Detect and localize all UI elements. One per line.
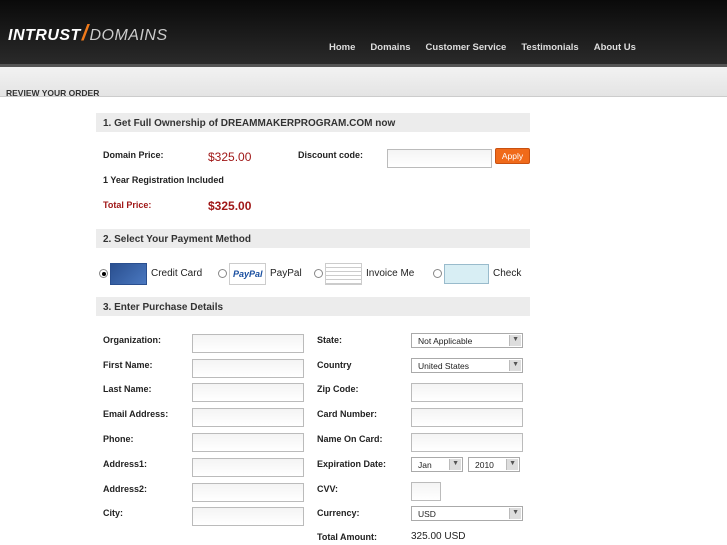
title-band bbox=[0, 67, 727, 97]
last-name-label: Last Name: bbox=[103, 384, 152, 394]
currency-value: USD bbox=[418, 509, 436, 519]
invoice-icon bbox=[325, 263, 362, 285]
total-amount: 325.00 USD bbox=[411, 531, 466, 542]
currency-label: Currency: bbox=[317, 508, 360, 518]
last-name-input[interactable] bbox=[192, 383, 304, 402]
logo-text-left: INTRUST bbox=[8, 27, 81, 44]
credit-card-icon bbox=[110, 263, 147, 285]
country-select[interactable]: United States ▼ bbox=[411, 358, 523, 373]
check-icon bbox=[444, 264, 489, 284]
email-label: Email Address: bbox=[103, 409, 169, 419]
month-value: Jan bbox=[418, 460, 432, 470]
discount-code-label: Discount code: bbox=[298, 150, 364, 160]
state-select[interactable]: Not Applicable ▼ bbox=[411, 333, 523, 348]
paypal-icon: PayPal bbox=[229, 263, 266, 285]
radio-check[interactable] bbox=[433, 269, 442, 278]
address1-input[interactable] bbox=[192, 458, 304, 477]
state-value: Not Applicable bbox=[418, 336, 473, 346]
expiration-month-select[interactable]: Jan ▼ bbox=[411, 457, 463, 472]
section-details-header: 3. Enter Purchase Details bbox=[96, 297, 530, 316]
chevron-down-icon: ▼ bbox=[512, 336, 519, 343]
registration-note: 1 Year Registration Included bbox=[103, 175, 224, 185]
expiration-label: Expiration Date: bbox=[317, 459, 387, 469]
nav-domains[interactable]: Domains bbox=[370, 42, 410, 53]
chevron-down-icon: ▼ bbox=[512, 509, 519, 516]
phone-label: Phone: bbox=[103, 434, 134, 444]
nav-home[interactable]: Home bbox=[329, 42, 355, 53]
paypal-label[interactable]: PayPal bbox=[270, 268, 302, 279]
nav-customer-service[interactable]: Customer Service bbox=[426, 42, 507, 53]
domain-price: $325.00 bbox=[208, 150, 252, 164]
currency-select[interactable]: USD ▼ bbox=[411, 506, 523, 521]
discount-code-input[interactable] bbox=[387, 149, 492, 168]
total-price: $325.00 bbox=[208, 199, 252, 213]
chevron-down-icon: ▼ bbox=[452, 460, 459, 467]
logo-text-right: DOMAINS bbox=[89, 27, 168, 44]
country-value: United States bbox=[418, 361, 470, 371]
chevron-down-icon: ▼ bbox=[509, 460, 516, 467]
organization-input[interactable] bbox=[192, 334, 304, 353]
card-number-input[interactable] bbox=[411, 408, 523, 427]
section-payment-header: 2. Select Your Payment Method bbox=[96, 229, 530, 248]
card-number-label: Card Number: bbox=[317, 409, 378, 419]
radio-paypal[interactable] bbox=[218, 269, 227, 278]
check-label[interactable]: Check bbox=[493, 268, 521, 279]
site-header: INTRUST/DOMAINS Home Domains Customer Se… bbox=[0, 0, 727, 64]
nav-testimonials[interactable]: Testimonials bbox=[521, 42, 578, 53]
city-input[interactable] bbox=[192, 507, 304, 526]
cvv-label: CVV: bbox=[317, 484, 339, 494]
nav-about-us[interactable]: About Us bbox=[594, 42, 636, 53]
total-amount-label: Total Amount: bbox=[317, 532, 377, 542]
name-on-card-input[interactable] bbox=[411, 433, 523, 452]
total-price-label: Total Price: bbox=[103, 200, 152, 210]
credit-card-label[interactable]: Credit Card bbox=[151, 268, 202, 279]
radio-invoice[interactable] bbox=[314, 269, 323, 278]
city-label: City: bbox=[103, 508, 123, 518]
name-on-card-label: Name On Card: bbox=[317, 434, 383, 444]
apply-button[interactable]: Apply bbox=[495, 148, 530, 164]
address2-label: Address2: bbox=[103, 484, 148, 494]
zip-label: Zip Code: bbox=[317, 384, 359, 394]
logo-swoosh-icon: / bbox=[81, 20, 89, 45]
email-input[interactable] bbox=[192, 408, 304, 427]
main-nav: Home Domains Customer Service Testimonia… bbox=[329, 42, 636, 53]
domain-price-label: Domain Price: bbox=[103, 150, 164, 160]
address1-label: Address1: bbox=[103, 459, 148, 469]
organization-label: Organization: bbox=[103, 335, 161, 345]
cvv-input[interactable] bbox=[411, 482, 441, 501]
country-label: Country bbox=[317, 360, 352, 370]
year-value: 2010 bbox=[475, 460, 494, 470]
phone-input[interactable] bbox=[192, 433, 304, 452]
expiration-year-select[interactable]: 2010 ▼ bbox=[468, 457, 520, 472]
first-name-input[interactable] bbox=[192, 359, 304, 378]
chevron-down-icon: ▼ bbox=[512, 361, 519, 368]
logo[interactable]: INTRUST/DOMAINS bbox=[8, 20, 168, 46]
address2-input[interactable] bbox=[192, 483, 304, 502]
first-name-label: First Name: bbox=[103, 360, 153, 370]
state-label: State: bbox=[317, 335, 343, 345]
radio-credit-card[interactable] bbox=[99, 269, 108, 278]
page-title: REVIEW YOUR ORDER bbox=[6, 88, 100, 98]
invoice-label[interactable]: Invoice Me bbox=[366, 268, 414, 279]
section-ownership-header: 1. Get Full Ownership of DREAMMAKERPROGR… bbox=[96, 113, 530, 132]
zip-input[interactable] bbox=[411, 383, 523, 402]
